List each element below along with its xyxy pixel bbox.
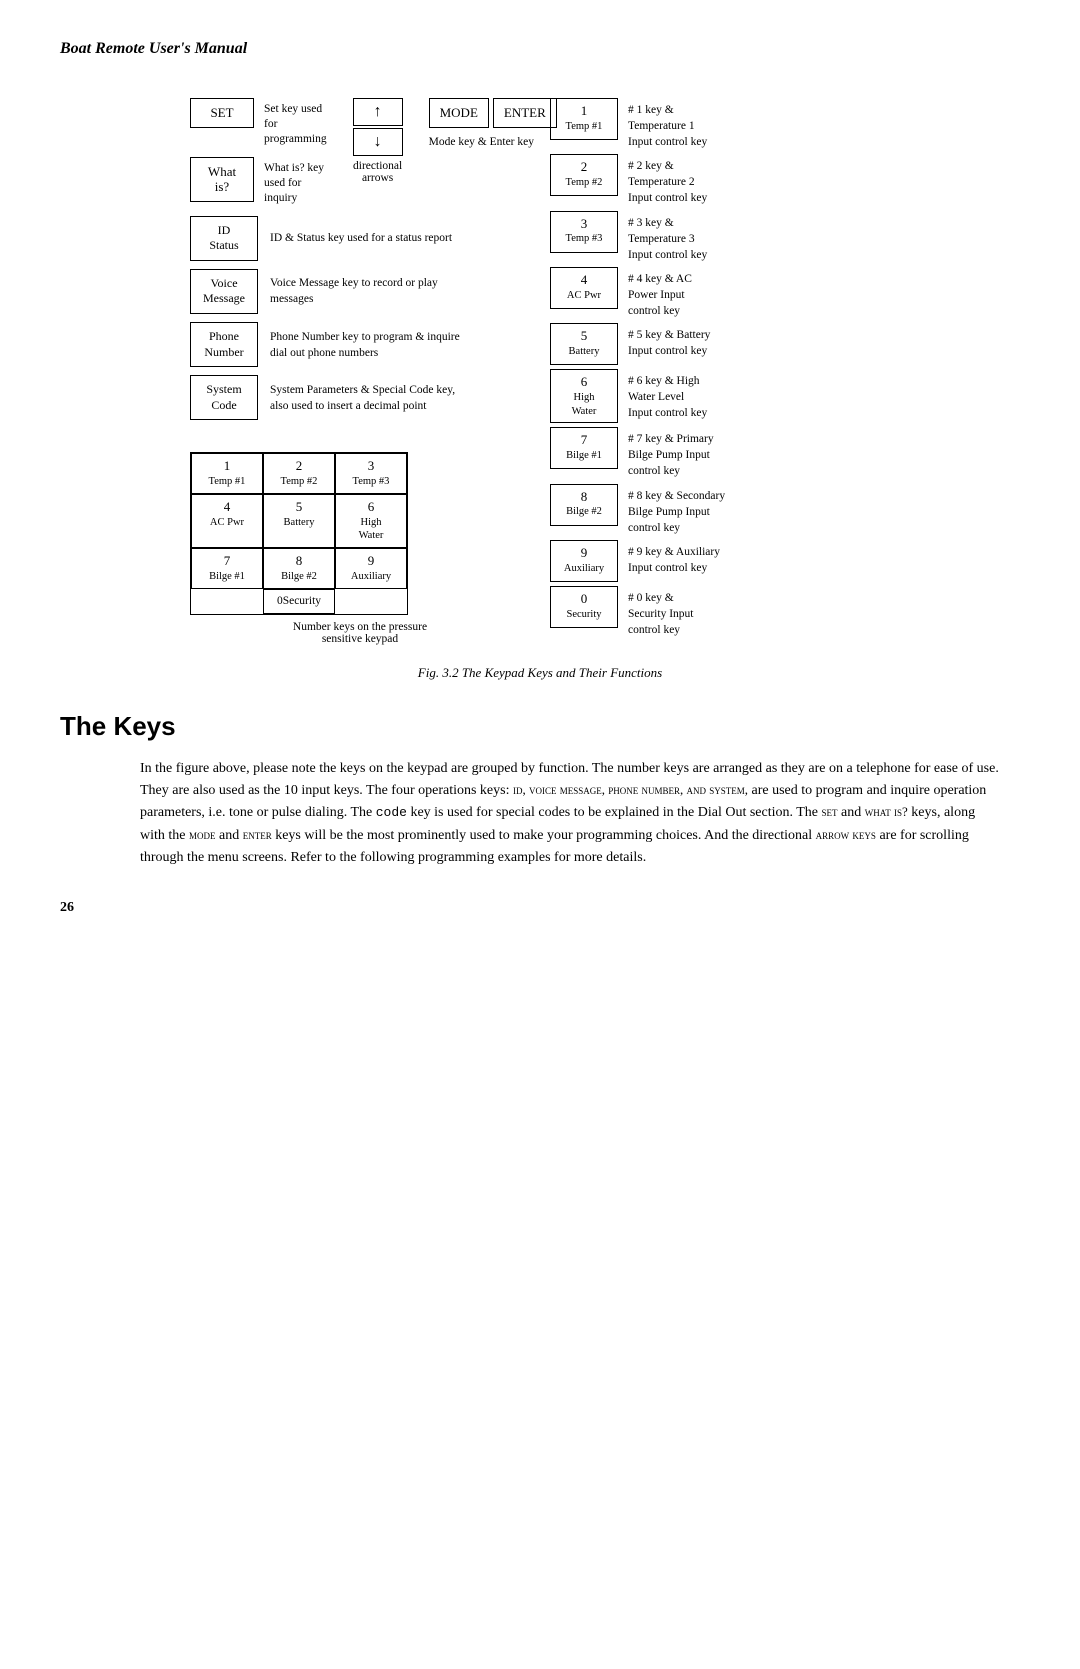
arrows-label: directionalarrows	[353, 160, 402, 184]
key-5: 5Battery	[263, 494, 335, 548]
right-key-1-desc: # 1 key &Temperature 1Input control key	[628, 98, 707, 150]
right-key-row-5: 5Battery # 5 key & BatteryInput control …	[550, 323, 890, 365]
page-number: 26	[60, 900, 1020, 916]
right-key-0: 0Security	[550, 586, 618, 628]
keypad-grid: 1Temp #1 2Temp #2 3Temp #3 4AC Pwr 5Batt…	[190, 452, 408, 614]
right-key-4: 4AC Pwr	[550, 267, 618, 309]
keypad-note: Number keys on the pressuresensitive key…	[190, 621, 530, 645]
right-key-2: 2Temp #2	[550, 154, 618, 196]
system-code-key: SystemCode	[190, 375, 258, 420]
right-key-row-8: 8Bilge #2 # 8 key & SecondaryBilge Pump …	[550, 484, 890, 536]
right-panel: 1Temp #1 # 1 key &Temperature 1Input con…	[550, 98, 890, 638]
id-status-desc: ID & Status key used for a status report	[270, 230, 452, 246]
voice-message-desc: Voice Message key to record or play mess…	[270, 275, 460, 307]
page-header: Boat Remote User's Manual	[60, 40, 1020, 58]
right-key-6-desc: # 6 key & HighWater LevelInput control k…	[628, 369, 707, 421]
right-key-9: 9Auxiliary	[550, 540, 618, 582]
key-0: 0Security	[263, 589, 335, 614]
figure-caption: Fig. 3.2 The Keypad Keys and Their Funct…	[418, 665, 662, 681]
arrow-down-key: ↓	[353, 128, 403, 156]
key-1: 1Temp #1	[191, 453, 263, 494]
key-4: 4AC Pwr	[191, 494, 263, 548]
arrow-up-key: ↑	[353, 98, 403, 126]
right-key-1: 1Temp #1	[550, 98, 618, 140]
body-text: In the figure above, please note the key…	[140, 758, 1000, 870]
right-key-2-desc: # 2 key &Temperature 2Input control key	[628, 154, 707, 206]
key-2: 2Temp #2	[263, 453, 335, 494]
right-key-row-3: 3Temp #3 # 3 key &Temperature 3Input con…	[550, 211, 890, 263]
phone-number-desc: Phone Number key to program & inquire di…	[270, 329, 460, 361]
right-key-8: 8Bilge #2	[550, 484, 618, 526]
voice-message-key: VoiceMessage	[190, 269, 258, 314]
phone-number-key: PhoneNumber	[190, 322, 258, 367]
id-status-key: IDStatus	[190, 216, 258, 261]
right-key-5-desc: # 5 key & BatteryInput control key	[628, 323, 710, 359]
section-heading: The Keys	[60, 711, 1020, 742]
key-6: 6HighWater	[335, 494, 407, 548]
key-3: 3Temp #3	[335, 453, 407, 494]
right-key-row-2: 2Temp #2 # 2 key &Temperature 2Input con…	[550, 154, 890, 206]
whatis-key: What is?	[190, 157, 254, 202]
right-key-row-4: 4AC Pwr # 4 key & ACPower Inputcontrol k…	[550, 267, 890, 319]
right-key-row-6: 6HighWater # 6 key & HighWater LevelInpu…	[550, 369, 890, 423]
right-key-row-1: 1Temp #1 # 1 key &Temperature 1Input con…	[550, 98, 890, 150]
set-key-desc: Set key usedforprogramming	[264, 98, 327, 147]
right-key-9-desc: # 9 key & AuxiliaryInput control key	[628, 540, 720, 576]
right-key-row-0: 0Security # 0 key &Security Inputcontrol…	[550, 586, 890, 638]
key-9: 9Auxiliary	[335, 548, 407, 589]
key-8: 8Bilge #2	[263, 548, 335, 589]
right-key-3-desc: # 3 key &Temperature 3Input control key	[628, 211, 707, 263]
set-key: SET	[190, 98, 254, 128]
status-keys-group: IDStatus ID & Status key used for a stat…	[190, 216, 530, 421]
right-key-0-desc: # 0 key &Security Inputcontrol key	[628, 586, 693, 638]
right-key-5: 5Battery	[550, 323, 618, 365]
figure-container: SET Set key usedforprogramming What is? …	[60, 98, 1020, 681]
whatis-key-desc: What is? keyused for inquiry	[264, 157, 327, 206]
right-key-row-7: 7Bilge #1 # 7 key & PrimaryBilge Pump In…	[550, 427, 890, 479]
system-code-desc: System Parameters & Special Code key, al…	[270, 382, 460, 414]
mode-key: MODE	[429, 98, 489, 128]
right-key-8-desc: # 8 key & SecondaryBilge Pump Inputcontr…	[628, 484, 725, 536]
right-key-6: 6HighWater	[550, 369, 618, 423]
right-key-3: 3Temp #3	[550, 211, 618, 253]
mode-enter-desc: Mode key & Enter key	[429, 132, 534, 148]
key-7: 7Bilge #1	[191, 548, 263, 589]
left-panel: SET Set key usedforprogramming What is? …	[190, 98, 530, 645]
enter-key: ENTER	[493, 98, 557, 128]
right-key-4-desc: # 4 key & ACPower Inputcontrol key	[628, 267, 692, 319]
right-key-row-9: 9Auxiliary # 9 key & AuxiliaryInput cont…	[550, 540, 890, 582]
right-key-7: 7Bilge #1	[550, 427, 618, 469]
right-key-7-desc: # 7 key & PrimaryBilge Pump Inputcontrol…	[628, 427, 714, 479]
